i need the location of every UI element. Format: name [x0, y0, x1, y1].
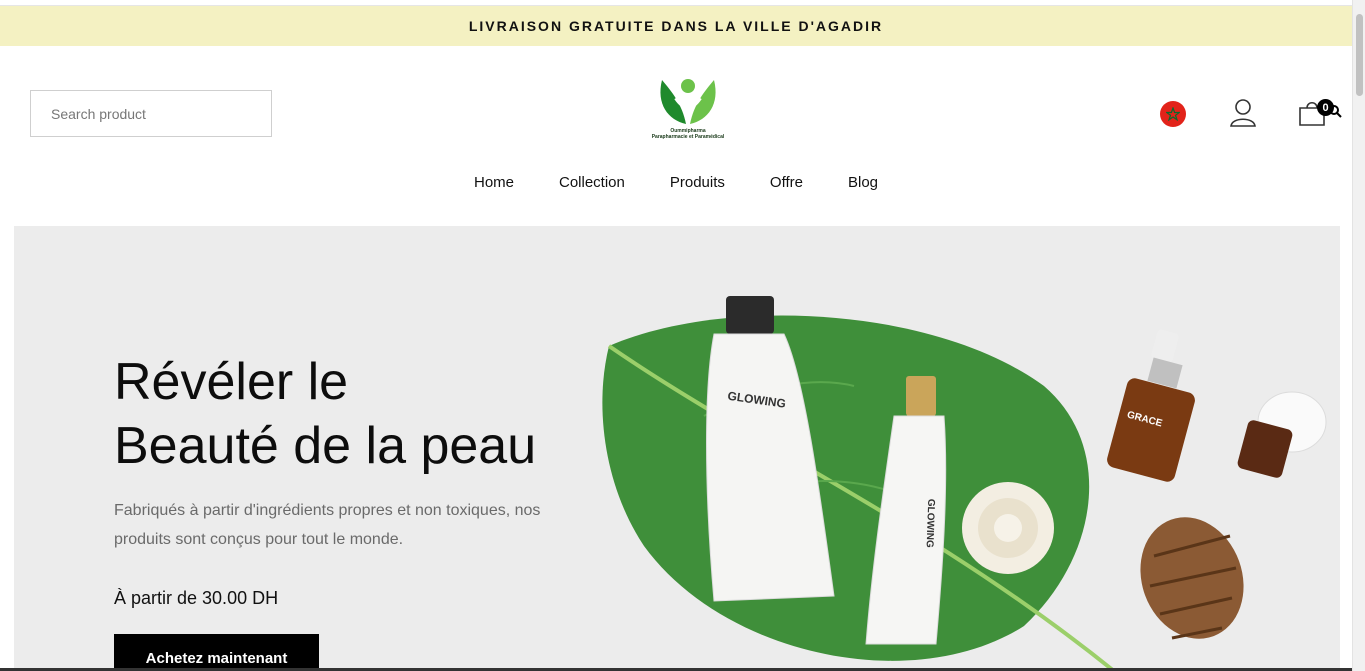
scrollbar-thumb[interactable]: [1356, 14, 1363, 96]
search-input[interactable]: [30, 90, 272, 137]
flag-star-icon: [1166, 107, 1180, 121]
shop-now-button[interactable]: Achetez maintenant: [114, 634, 319, 671]
logo-leaf-icon: [660, 79, 716, 124]
announcement-bar: LIVRAISON GRATUITE DANS LA VILLE D'AGADI…: [0, 6, 1352, 46]
nav-item-collection[interactable]: Collection: [559, 174, 625, 191]
logo-tagline: Parapharmacie et Paramédical: [651, 134, 725, 140]
nav-item-blog[interactable]: Blog: [848, 174, 878, 191]
user-icon[interactable]: [1229, 98, 1257, 128]
logo-text: Oummipharma Parapharmacie et Paramédical: [646, 128, 730, 140]
announcement-text: LIVRAISON GRATUITE DANS LA VILLE D'AGADI…: [468, 18, 884, 34]
nav-item-produits[interactable]: Produits: [670, 174, 725, 191]
hero-title-line-2: Beauté de la peau: [114, 417, 537, 475]
hero-banner: GLOWING GLOWING GRACE Révéler le Beauté …: [14, 226, 1340, 671]
nav-item-home[interactable]: Home: [474, 174, 514, 191]
site-logo[interactable]: Oummipharma Parapharmacie et Paramédical: [646, 72, 730, 156]
hero-price: À partir de 30.00 DH: [114, 588, 279, 608]
hero-description: Fabriqués à partir d'ingrédients propres…: [114, 502, 541, 548]
hero-product-image: GLOWING GLOWING GRACE: [602, 296, 1327, 671]
morocco-flag-icon[interactable]: [1160, 101, 1186, 127]
tube-label-2: GLOWING: [924, 499, 937, 548]
page-scrollbar[interactable]: [1352, 0, 1365, 671]
nav-item-offre[interactable]: Offre: [770, 174, 803, 191]
search-icon[interactable]: [1328, 104, 1342, 118]
hero-title-line-1: Révéler le: [114, 353, 349, 411]
hero-title: Révéler le Beauté de la peau: [114, 350, 634, 478]
site-header: Oummipharma Parapharmacie et Paramédical…: [0, 46, 1352, 226]
main-nav: Home Collection Produits Offre Blog: [0, 174, 1352, 191]
